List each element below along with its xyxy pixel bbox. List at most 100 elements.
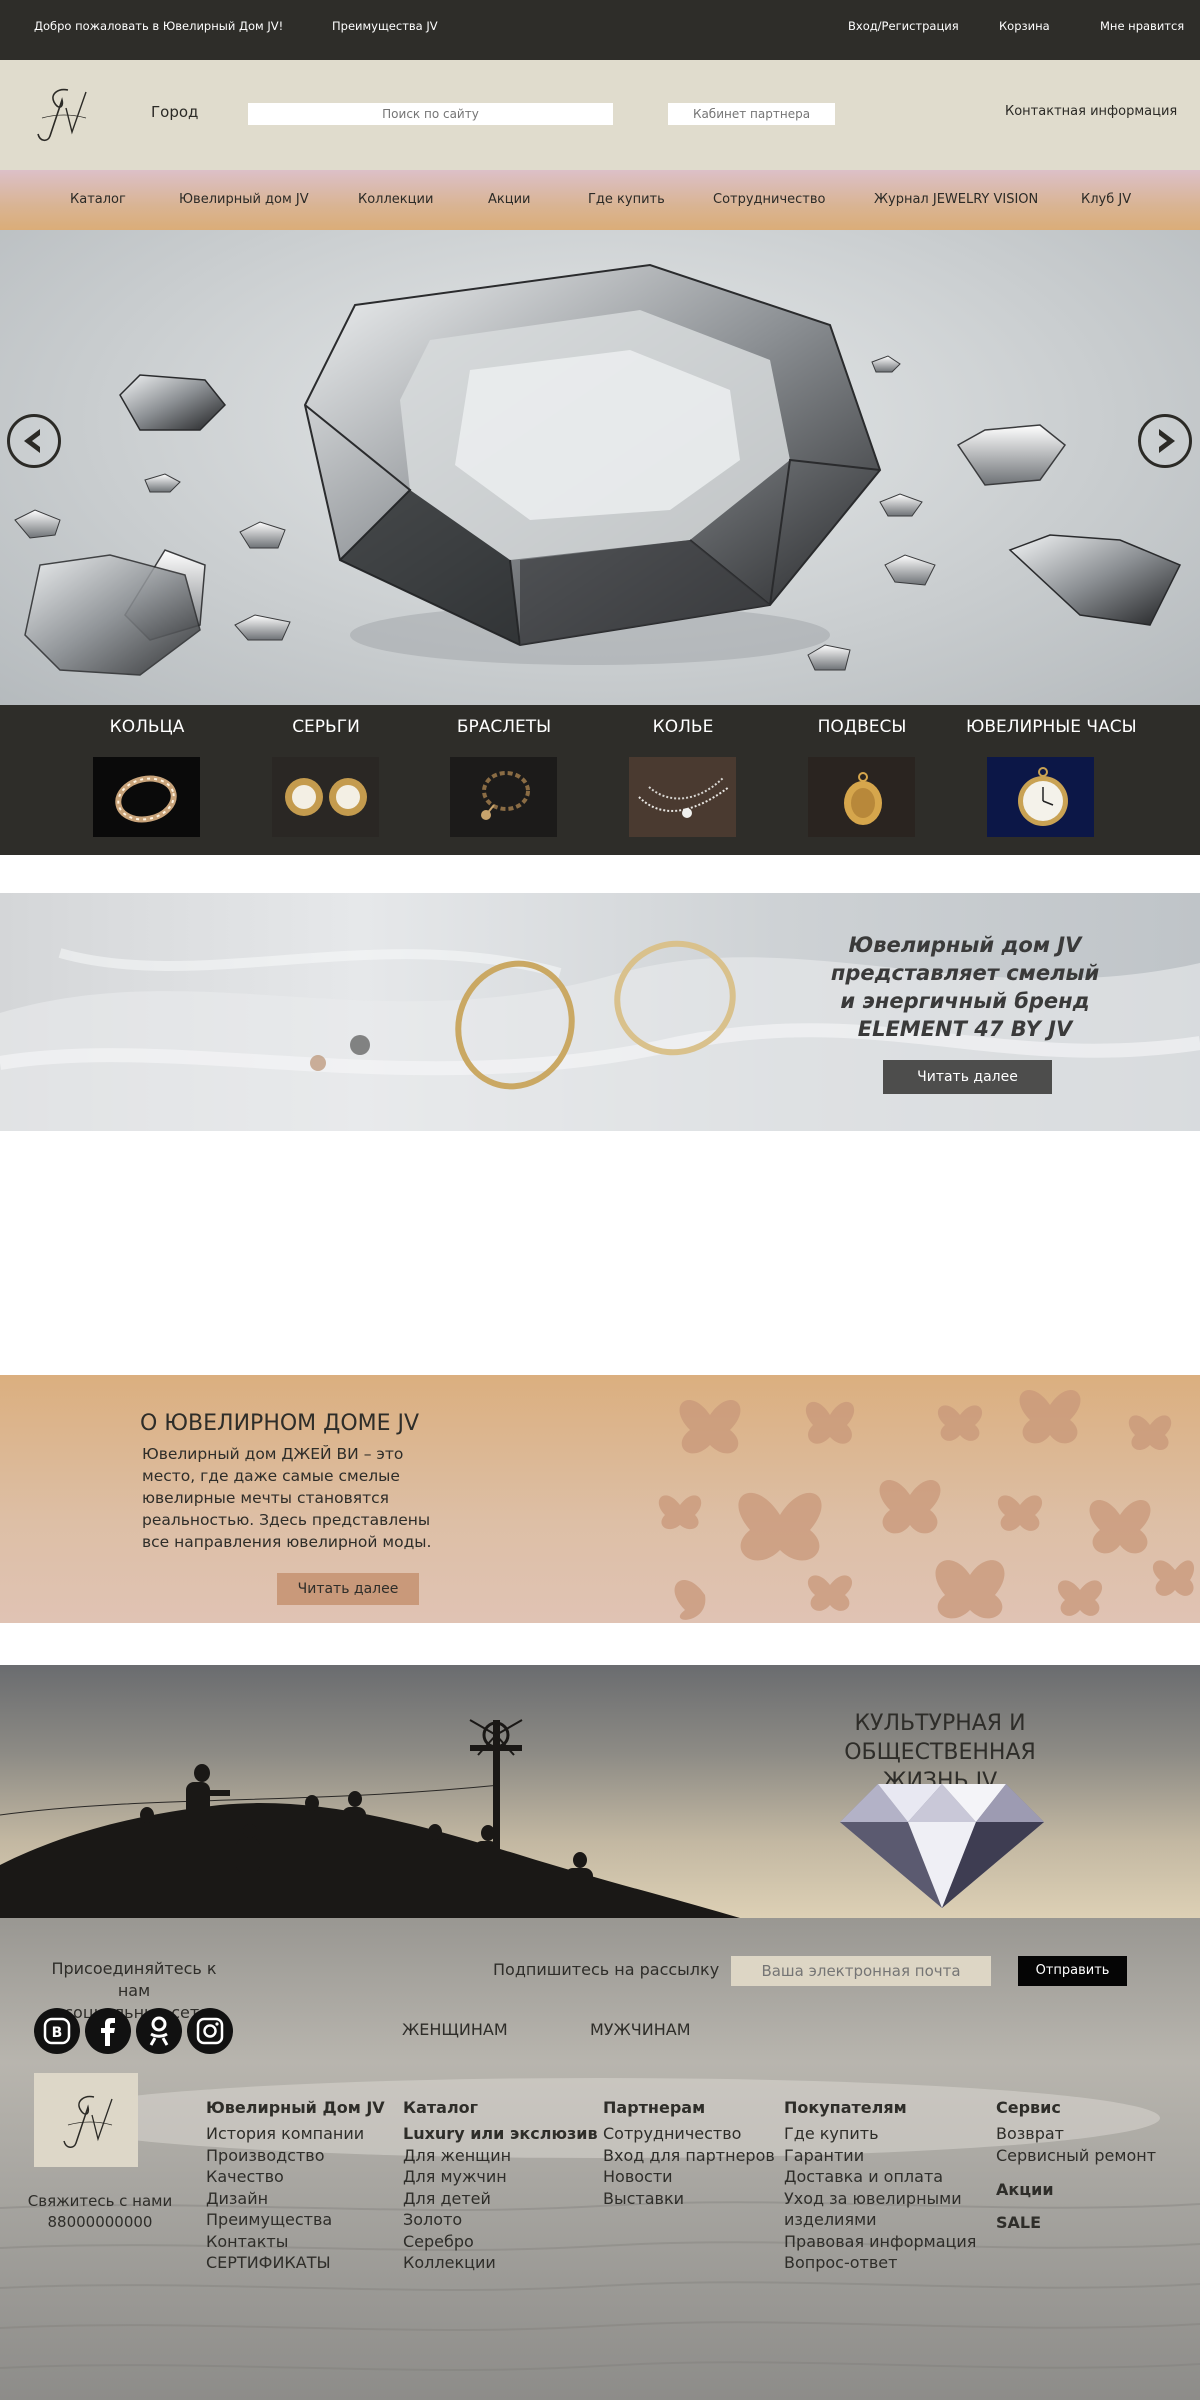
facebook-link[interactable] xyxy=(85,2008,131,2054)
footer-column-title: Сервис xyxy=(996,2098,1061,2117)
footer-column-title: Ювелирный Дом JV xyxy=(206,2098,385,2117)
footer: Присоединяйтесь к нам в социальных сетях… xyxy=(0,1918,1200,2400)
slider-prev-button[interactable] xyxy=(7,414,61,468)
cart-link[interactable]: Корзина xyxy=(999,19,1050,33)
footer-link[interactable]: Вопрос-ответ xyxy=(784,2252,976,2274)
category-label: БРАСЛЕТЫ xyxy=(456,717,552,737)
brand-banner: Ювелирный дом JV представляет смелый и э… xyxy=(0,893,1200,1131)
category-label: СЕРЬГИ xyxy=(292,717,360,737)
footer-link[interactable]: Новости xyxy=(603,2166,775,2188)
footer-link[interactable]: СЕРТИФИКАТЫ xyxy=(206,2252,385,2274)
footer-link[interactable]: Серебро xyxy=(403,2231,598,2253)
footer-link[interactable]: Золото xyxy=(403,2209,598,2231)
culture-section: КУЛЬТУРНАЯ И ОБЩЕСТВЕННАЯ ЖИЗНЬ JV xyxy=(0,1665,1200,1918)
category-pendants[interactable]: ПОДВЕСЫ xyxy=(787,705,937,855)
newsletter-send-button[interactable]: Отправить xyxy=(1018,1956,1127,1986)
main-nav: Каталог Ювелирный дом JV Коллекции Акции… xyxy=(0,170,1200,230)
about-read-more-button[interactable]: Читать далее xyxy=(277,1573,419,1605)
footer-link[interactable]: Коллекции xyxy=(403,2252,598,2274)
odnoklassniki-icon xyxy=(149,2016,169,2046)
category-earrings[interactable]: СЕРЬГИ xyxy=(251,705,401,855)
footer-link[interactable]: Возврат xyxy=(996,2123,1156,2145)
welcome-text: Добро пожаловать в Ювелирный Дом JV! xyxy=(34,19,284,33)
nav-item-promotions[interactable]: Акции xyxy=(488,192,531,207)
slider-next-button[interactable] xyxy=(1138,414,1192,468)
footer-link[interactable]: Сервисный ремонт xyxy=(996,2145,1156,2167)
category-watches[interactable]: ЮВЕЛИРНЫЕ ЧАСЫ xyxy=(966,705,1137,855)
top-bar: Добро пожаловать в Ювелирный Дом JV! Пре… xyxy=(0,0,1200,60)
category-necklaces[interactable]: КОЛЬЕ xyxy=(608,705,758,855)
footer-link[interactable]: Качество xyxy=(206,2166,385,2188)
about-title: О ЮВЕЛИРНОМ ДОМЕ JV xyxy=(140,1411,420,1436)
footer-link[interactable]: Правовая информация xyxy=(784,2231,976,2253)
header: Город Контактная информация xyxy=(0,60,1200,170)
footer-link[interactable]: Вход для партнеров xyxy=(603,2145,775,2167)
footer-link-sale[interactable]: SALE xyxy=(996,2213,1156,2232)
footer-link[interactable]: Для женщин xyxy=(403,2145,598,2167)
category-label: КОЛЬЦА xyxy=(109,717,185,737)
nav-item-catalog[interactable]: Каталог xyxy=(70,192,126,207)
instagram-link[interactable] xyxy=(187,2008,233,2054)
search-input[interactable] xyxy=(248,103,613,125)
vk-link[interactable]: B xyxy=(34,2008,80,2054)
nav-item-jewelry-house[interactable]: Ювелирный дом JV xyxy=(179,192,309,207)
footer-link[interactable]: изделиями xyxy=(784,2209,976,2231)
newsletter-label: Подпишитесь на рассылку xyxy=(493,1960,720,1979)
nav-item-club[interactable]: Клуб JV xyxy=(1081,192,1131,207)
category-label: ЮВЕЛИРНЫЕ ЧАСЫ xyxy=(966,717,1137,737)
hero-diamonds-image xyxy=(14,263,1182,676)
nav-item-magazine[interactable]: Журнал JEWELRY VISION xyxy=(874,192,1038,207)
footer-link[interactable]: История компании xyxy=(206,2123,385,2145)
footer-column-partners: Партнерам Сотрудничество Вход для партне… xyxy=(603,2098,775,2209)
about-text: Ювелирный дом ДЖЕЙ ВИ – это место, где д… xyxy=(142,1445,432,1551)
category-bracelets[interactable]: БРАСЛЕТЫ xyxy=(429,705,579,855)
footer-column-catalog: Каталог Luxury или экслюзив Для женщин Д… xyxy=(403,2098,598,2274)
newsletter-email-input[interactable] xyxy=(731,1956,991,1986)
likes-link[interactable]: Мне нравится xyxy=(1100,19,1184,33)
footer-link[interactable]: Сотрудничество xyxy=(603,2123,775,2145)
footer-link[interactable]: Преимущества xyxy=(206,2209,385,2231)
diamond-icon xyxy=(840,1784,1044,1908)
footer-link[interactable]: Дизайн xyxy=(206,2188,385,2210)
footer-link[interactable]: Для детей xyxy=(403,2188,598,2210)
city-selector[interactable]: Город xyxy=(151,103,198,121)
contact-phone: Свяжитесь с нами 88000000000 xyxy=(27,2192,173,2231)
contacts-link[interactable]: Контактная информация xyxy=(1005,104,1177,119)
advantages-link[interactable]: Преимущества JV xyxy=(332,19,438,33)
arrow-left-icon xyxy=(24,429,40,453)
facebook-icon xyxy=(101,2018,115,2046)
footer-link[interactable]: Контакты xyxy=(206,2231,385,2253)
jv-monogram-logo[interactable] xyxy=(28,78,98,148)
arrow-right-icon xyxy=(1159,429,1175,453)
category-label: ПОДВЕСЫ xyxy=(817,717,907,737)
category-rings[interactable]: КОЛЬЦА xyxy=(72,705,222,855)
footer-link-promotions[interactable]: Акции xyxy=(996,2180,1156,2199)
nav-item-where-to-buy[interactable]: Где купить xyxy=(588,192,665,207)
footer-link[interactable]: Luxury или экслюзив xyxy=(403,2123,598,2145)
footer-link[interactable]: Где купить xyxy=(784,2123,976,2145)
footer-link[interactable]: Для мужчин xyxy=(403,2166,598,2188)
necklaces-thumbnail xyxy=(629,757,736,837)
jv-monogram-logo xyxy=(63,2095,113,2148)
footer-column-service: Сервис Возврат Сервисный ремонт Акции SA… xyxy=(996,2098,1156,2232)
footer-link[interactable]: Выставки xyxy=(603,2188,775,2210)
nav-item-cooperation[interactable]: Сотрудничество xyxy=(713,192,826,207)
login-link[interactable]: Вход/Регистрация xyxy=(848,19,959,33)
partner-cabinet-input[interactable] xyxy=(668,103,835,125)
odnoklassniki-link[interactable] xyxy=(136,2008,182,2054)
footer-logo[interactable] xyxy=(34,2073,138,2167)
footer-link[interactable]: Уход за ювелирными xyxy=(784,2188,976,2210)
footer-column-buyers: Покупателям Где купить Гарантии Доставка… xyxy=(784,2098,976,2274)
brand-headline: Ювелирный дом JV представляет смелый и э… xyxy=(830,933,1100,1041)
footer-link[interactable]: Доставка и оплата xyxy=(784,2166,976,2188)
butterflies-decoration xyxy=(658,1389,1195,1620)
men-link[interactable]: МУЖЧИНАМ xyxy=(590,2020,691,2039)
watches-thumbnail xyxy=(987,757,1094,837)
footer-link[interactable]: Производство xyxy=(206,2145,385,2167)
nav-item-collections[interactable]: Коллекции xyxy=(358,192,433,207)
footer-link[interactable]: Гарантии xyxy=(784,2145,976,2167)
women-link[interactable]: ЖЕНЩИНАМ xyxy=(402,2020,508,2039)
footer-column-title: Покупателям xyxy=(784,2098,907,2117)
bracelets-thumbnail xyxy=(450,757,557,837)
brand-read-more-button[interactable]: Читать далее xyxy=(883,1060,1052,1094)
